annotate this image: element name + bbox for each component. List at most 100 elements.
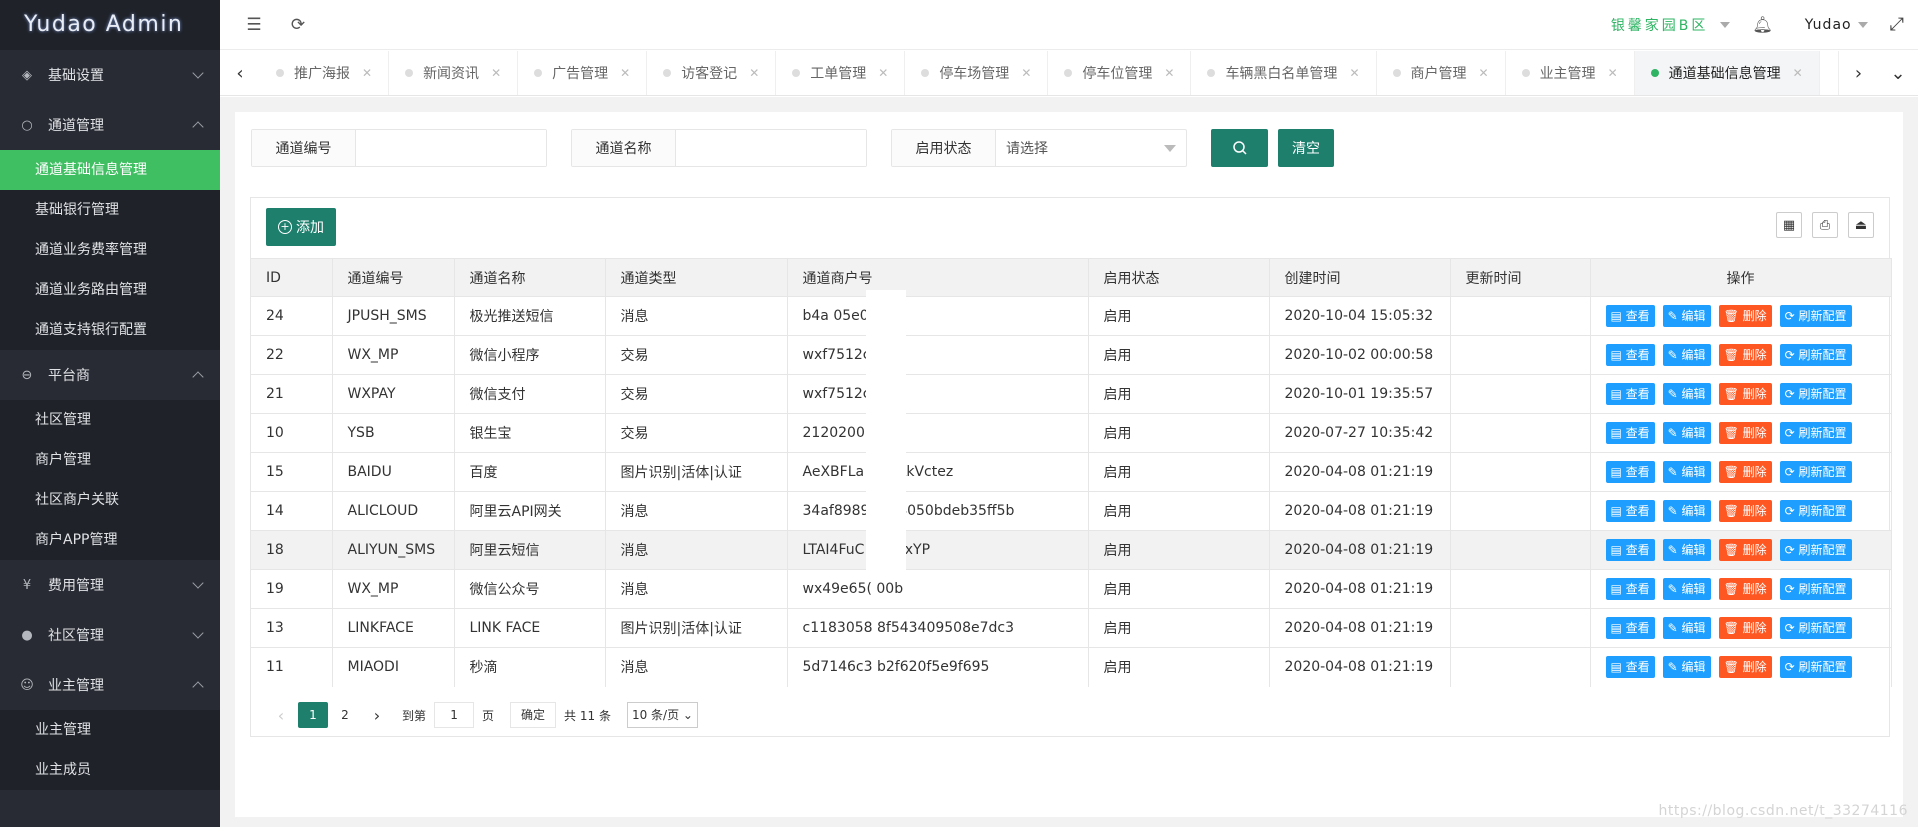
column-header[interactable]: 更新时间 — [1450, 258, 1591, 297]
tab-item[interactable]: 工单管理 ✕ — [776, 51, 906, 95]
edit-button[interactable]: ✎ 编辑 — [1662, 617, 1711, 639]
tab-item[interactable]: 广告管理 ✕ — [518, 51, 648, 95]
caret-down-icon[interactable] — [1857, 21, 1868, 28]
refresh-config-button[interactable]: ⟳ 刷新配置 — [1779, 344, 1852, 366]
tab-scroll-right-icon[interactable]: › — [1838, 51, 1878, 95]
column-header[interactable]: 通道商户号 — [787, 258, 1089, 297]
sidebar-item-bank[interactable]: 基础银行管理 — [0, 190, 220, 230]
tab-scroll-left-icon[interactable]: ‹ — [220, 51, 260, 95]
table-row[interactable]: 22 WX_MP 微信小程序 交易 wxf7512c c2 启用 2020-10-02 00… — [251, 335, 1892, 375]
sidebar-item-support-bank[interactable]: 通道支持银行配置 — [0, 310, 220, 350]
view-button[interactable]: ▤ 查看 — [1605, 422, 1655, 444]
delete-button[interactable]: 🗑︎ 删除 — [1718, 422, 1772, 444]
view-button[interactable]: ▤ 查看 — [1605, 461, 1655, 483]
refresh-config-button[interactable]: ⟳ 刷新配置 — [1779, 578, 1852, 600]
close-icon[interactable]: ✕ — [878, 66, 888, 80]
tab-item[interactable]: 新闻资讯 ✕ — [389, 51, 519, 95]
tab-dropdown-icon[interactable]: ⌄ — [1878, 51, 1918, 95]
column-header[interactable]: 通道编号 — [332, 258, 455, 297]
delete-button[interactable]: 🗑︎ 删除 — [1718, 539, 1772, 561]
tab-item[interactable]: 车辆黑白名单管理 ✕ — [1191, 51, 1377, 95]
sidebar-item-route[interactable]: 通道业务路由管理 — [0, 270, 220, 310]
refresh-config-button[interactable]: ⟳ 刷新配置 — [1779, 305, 1852, 327]
tab-item[interactable]: 停车场管理 ✕ — [905, 51, 1049, 95]
column-header[interactable]: 操作 — [1590, 258, 1892, 297]
app-logo[interactable]: Yudao Admin — [0, 0, 220, 50]
close-icon[interactable]: ✕ — [1164, 66, 1174, 80]
view-button[interactable]: ▤ 查看 — [1605, 344, 1655, 366]
view-button[interactable]: ▤ 查看 — [1605, 305, 1655, 327]
table-row[interactable]: 13 LINKFACE LINK FACE 图片识别|活体|认证 c1183058 8f… — [251, 608, 1892, 648]
goto-page-input[interactable]: 1 — [434, 702, 475, 728]
bell-icon[interactable]: 🔔︎ — [1752, 15, 1772, 34]
menu-group-platform[interactable]: ⊖ 平台商 — [0, 350, 220, 400]
tab-item[interactable]: 商户管理 ✕ — [1377, 51, 1506, 95]
edit-button[interactable]: ✎ 编辑 — [1662, 656, 1711, 679]
table-row[interactable]: 24 JPUSH_SMS 极光推送短信 消息 b4a 05e0a16f 启用 2020-10… — [251, 296, 1892, 336]
refresh-config-button[interactable]: ⟳ 刷新配置 — [1779, 383, 1852, 405]
refresh-config-button[interactable]: ⟳ 刷新配置 — [1779, 422, 1852, 444]
close-icon[interactable]: ✕ — [1021, 66, 1031, 80]
close-icon[interactable]: ✕ — [1479, 66, 1489, 80]
page-size-select[interactable]: 10 条/页 ⌄ — [626, 702, 698, 728]
search-button[interactable] — [1211, 129, 1268, 167]
sidebar-item-owner-member[interactable]: 业主成员 — [0, 750, 220, 790]
tab-item[interactable]: 通道基础信息管理 ✕ — [1634, 51, 1820, 95]
edit-button[interactable]: ✎ 编辑 — [1662, 305, 1711, 327]
view-button[interactable]: ▤ 查看 — [1605, 500, 1655, 522]
edit-button[interactable]: ✎ 编辑 — [1662, 578, 1711, 600]
clear-button[interactable]: 清空 — [1278, 129, 1334, 167]
menu-group-owner[interactable]: ☺ 业主管理 — [0, 660, 220, 710]
menu-collapse-icon[interactable]: ☰ — [244, 15, 264, 35]
delete-button[interactable]: 🗑︎ 删除 — [1718, 617, 1772, 639]
refresh-config-button[interactable]: ⟳ 刷新配置 — [1779, 617, 1852, 639]
tab-item[interactable]: 业主管理 ✕ — [1506, 51, 1635, 95]
edit-button[interactable]: ✎ 编辑 — [1662, 461, 1711, 483]
columns-filter-icon[interactable]: ▦ — [1776, 212, 1802, 238]
export-icon[interactable]: ⏏ — [1848, 212, 1874, 238]
close-icon[interactable]: ✕ — [491, 66, 501, 80]
community-selector[interactable]: 银馨家园B区 — [1611, 15, 1709, 35]
sidebar-item-community[interactable]: 社区管理 — [0, 400, 220, 440]
channel-name-input[interactable] — [676, 130, 866, 166]
refresh-config-button[interactable]: ⟳ 刷新配置 — [1779, 500, 1852, 522]
delete-button[interactable]: 🗑︎ 删除 — [1718, 383, 1772, 405]
next-page-icon[interactable]: › — [362, 702, 392, 728]
close-icon[interactable]: ✕ — [1349, 66, 1359, 80]
table-row[interactable]: 15 BAIDU 百度 图片识别|活体|认证 AeXBFLa 91GKkVctez 启用 2… — [251, 452, 1892, 492]
column-header[interactable]: 创建时间 — [1269, 258, 1451, 297]
tab-item[interactable]: 停车位管理 ✕ — [1048, 51, 1192, 95]
refresh-config-button[interactable]: ⟳ 刷新配置 — [1779, 539, 1852, 561]
menu-group-community[interactable]: ● 社区管理 — [0, 610, 220, 660]
delete-button[interactable]: 🗑︎ 删除 — [1718, 500, 1772, 522]
goto-confirm-button[interactable]: 确定 — [510, 702, 557, 728]
refresh-config-button[interactable]: ⟳ 刷新配置 — [1779, 656, 1852, 679]
view-button[interactable]: ▤ 查看 — [1605, 578, 1655, 600]
delete-button[interactable]: 🗑︎ 删除 — [1718, 344, 1772, 366]
view-button[interactable]: ▤ 查看 — [1605, 383, 1655, 405]
edit-button[interactable]: ✎ 编辑 — [1662, 539, 1711, 561]
status-select[interactable]: 请选择 — [996, 130, 1186, 166]
delete-button[interactable]: 🗑︎ 删除 — [1718, 656, 1772, 679]
refresh-icon[interactable]: ⟳ — [288, 15, 308, 35]
table-row[interactable]: 18ALIYUN_SMS阿里云短信消息LTAI4FuC ayftSxYP启用20… — [251, 530, 1892, 570]
column-header[interactable]: 启用状态 — [1088, 258, 1270, 297]
print-icon[interactable]: ⎙ — [1812, 212, 1838, 238]
sidebar-item-merchant-app[interactable]: 商户APP管理 — [0, 520, 220, 560]
add-button[interactable]: + 添加 — [266, 208, 336, 246]
view-button[interactable]: ▤ 查看 — [1605, 617, 1655, 639]
close-icon[interactable]: ✕ — [749, 66, 759, 80]
page-1[interactable]: 1 — [298, 702, 328, 728]
close-icon[interactable]: ✕ — [362, 66, 372, 80]
delete-button[interactable]: 🗑︎ 删除 — [1718, 305, 1772, 327]
close-icon[interactable]: ✕ — [620, 66, 630, 80]
refresh-config-button[interactable]: ⟳ 刷新配置 — [1779, 461, 1852, 483]
sidebar-item-owner[interactable]: 业主管理 — [0, 710, 220, 750]
edit-button[interactable]: ✎ 编辑 — [1662, 383, 1711, 405]
edit-button[interactable]: ✎ 编辑 — [1662, 344, 1711, 366]
sidebar-item-channel-info[interactable]: 通道基础信息管理 — [0, 150, 220, 190]
column-header[interactable]: 通道名称 — [454, 258, 606, 297]
delete-button[interactable]: 🗑︎ 删除 — [1718, 578, 1772, 600]
table-row[interactable]: 10 YSB 银生宝 交易 2120200 1 启用 2020-07-27 10:35:42… — [251, 413, 1892, 453]
column-header[interactable]: 通道类型 — [605, 258, 788, 297]
